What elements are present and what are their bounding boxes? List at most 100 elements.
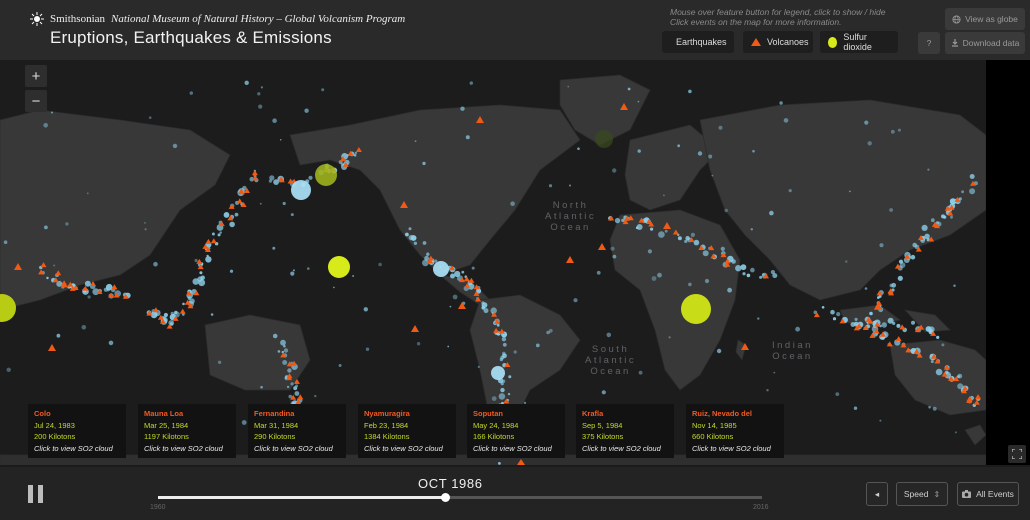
earthquake-marker[interactable] (912, 242, 917, 248)
earthquake-marker[interactable] (735, 265, 742, 272)
earthquake-marker[interactable] (277, 350, 281, 353)
event-card[interactable]: Nyamuragira Feb 23, 1984 1384 Kilotons Clic… (358, 404, 456, 458)
earthquake-marker[interactable] (513, 350, 517, 354)
earthquake-marker[interactable] (272, 118, 277, 123)
earthquake-marker[interactable] (510, 201, 515, 206)
earthquake-marker[interactable] (627, 87, 631, 91)
earthquake-marker[interactable] (241, 420, 247, 425)
earthquake-marker[interactable] (746, 273, 751, 278)
earthquake-marker[interactable] (596, 270, 601, 275)
earthquake-marker[interactable] (507, 392, 511, 396)
earthquake-marker[interactable] (836, 312, 841, 317)
earthquake-marker[interactable] (153, 261, 158, 267)
earthquake-marker[interactable] (449, 305, 452, 308)
earthquake-marker[interactable] (638, 370, 643, 375)
earthquake-marker[interactable] (731, 259, 736, 264)
earthquake-marker[interactable] (500, 382, 504, 386)
earthquake-marker[interactable] (924, 233, 930, 239)
earthquake-marker[interactable] (282, 360, 288, 365)
earthquake-marker[interactable] (269, 175, 275, 181)
so2-cloud-link[interactable]: Click to view SO2 cloud (144, 443, 230, 455)
earthquake-marker[interactable] (567, 85, 570, 88)
earthquake-marker[interactable] (496, 323, 500, 327)
so2-emission-circle[interactable] (681, 294, 711, 324)
earthquake-marker[interactable] (172, 143, 178, 149)
earthquake-marker[interactable] (657, 272, 662, 278)
earthquake-marker[interactable] (282, 201, 286, 206)
earthquake-marker[interactable] (663, 194, 665, 197)
earthquake-marker[interactable] (606, 332, 612, 338)
earthquake-marker[interactable] (677, 144, 681, 148)
earthquake-marker[interactable] (281, 350, 284, 354)
earthquake-marker[interactable] (260, 385, 263, 389)
earthquake-marker[interactable] (740, 264, 747, 271)
earthquake-marker[interactable] (720, 246, 725, 251)
earthquake-marker[interactable] (294, 391, 300, 396)
earthquake-marker[interactable] (757, 317, 760, 320)
earthquake-marker[interactable] (416, 342, 421, 346)
earthquake-marker[interactable] (821, 306, 825, 309)
earthquake-marker[interactable] (928, 405, 931, 409)
earthquake-marker[interactable] (864, 120, 869, 125)
earthquake-marker[interactable] (658, 231, 665, 238)
earthquake-marker[interactable] (969, 188, 976, 195)
earthquake-marker[interactable] (684, 239, 688, 243)
earthquake-marker[interactable] (612, 168, 617, 173)
earthquake-marker[interactable] (321, 88, 325, 92)
earthquake-marker[interactable] (750, 228, 753, 231)
so2-cloud-link[interactable]: Click to view SO2 cloud (692, 443, 778, 455)
earthquake-marker[interactable] (690, 232, 696, 237)
earthquake-marker[interactable] (465, 135, 470, 140)
earthquake-marker[interactable] (752, 149, 755, 153)
earthquake-marker[interactable] (229, 269, 234, 273)
earthquake-marker[interactable] (941, 343, 945, 347)
so2-cloud-link[interactable]: Click to view SO2 cloud (582, 443, 668, 455)
earthquake-marker[interactable] (365, 347, 370, 351)
earthquake-large-circle[interactable] (491, 366, 505, 380)
earthquake-marker[interactable] (290, 382, 294, 386)
earthquake-marker[interactable] (897, 275, 903, 281)
earthquake-marker[interactable] (535, 343, 540, 348)
event-card[interactable]: Fernandina Mar 31, 1984 290 Kilotons Click … (248, 404, 346, 458)
earthquake-marker[interactable] (927, 168, 930, 171)
earthquake-marker[interactable] (87, 295, 91, 299)
earthquake-marker[interactable] (930, 360, 934, 364)
earthquake-marker[interactable] (260, 86, 263, 89)
earthquake-marker[interactable] (961, 190, 964, 194)
earthquake-marker[interactable] (6, 367, 11, 372)
earthquake-marker[interactable] (499, 357, 504, 362)
earthquake-marker[interactable] (727, 287, 732, 293)
earthquake-marker[interactable] (477, 365, 480, 368)
earthquake-marker[interactable] (283, 348, 289, 353)
earthquake-marker[interactable] (257, 92, 261, 96)
earthquake-marker[interactable] (664, 229, 668, 233)
earthquake-marker[interactable] (766, 389, 769, 392)
earthquake-marker[interactable] (932, 406, 937, 411)
so2-cloud-link[interactable]: Click to view SO2 cloud (364, 443, 450, 455)
speed-select[interactable]: Speed ⇕ (896, 482, 948, 506)
event-card[interactable]: Soputan May 24, 1984 166 Kilotons Click to … (467, 404, 565, 458)
earthquake-marker[interactable] (772, 273, 778, 279)
earthquake-marker[interactable] (936, 335, 940, 339)
earthquake-marker[interactable] (148, 116, 152, 119)
earthquake-marker[interactable] (889, 283, 894, 288)
earthquake-marker[interactable] (849, 190, 851, 193)
earthquake-marker[interactable] (408, 234, 414, 241)
earthquake-marker[interactable] (941, 214, 945, 219)
earthquake-marker[interactable] (569, 184, 571, 187)
earthquake-marker[interactable] (697, 151, 703, 156)
fullscreen-button[interactable] (1008, 445, 1026, 463)
earthquake-marker[interactable] (688, 89, 692, 94)
earthquake-marker[interactable] (702, 250, 709, 257)
earthquake-marker[interactable] (81, 325, 87, 330)
earthquake-marker[interactable] (508, 375, 512, 379)
earthquake-marker[interactable] (867, 141, 872, 146)
earthquake-marker[interactable] (501, 337, 507, 342)
earthquake-marker[interactable] (935, 368, 943, 376)
earthquake-marker[interactable] (928, 326, 935, 333)
so2-cloud-link[interactable]: Click to view SO2 cloud (34, 443, 120, 455)
earthquake-marker[interactable] (144, 228, 147, 231)
earthquake-marker[interactable] (192, 278, 200, 285)
earthquake-marker[interactable] (43, 123, 48, 128)
earthquake-marker[interactable] (889, 208, 893, 212)
